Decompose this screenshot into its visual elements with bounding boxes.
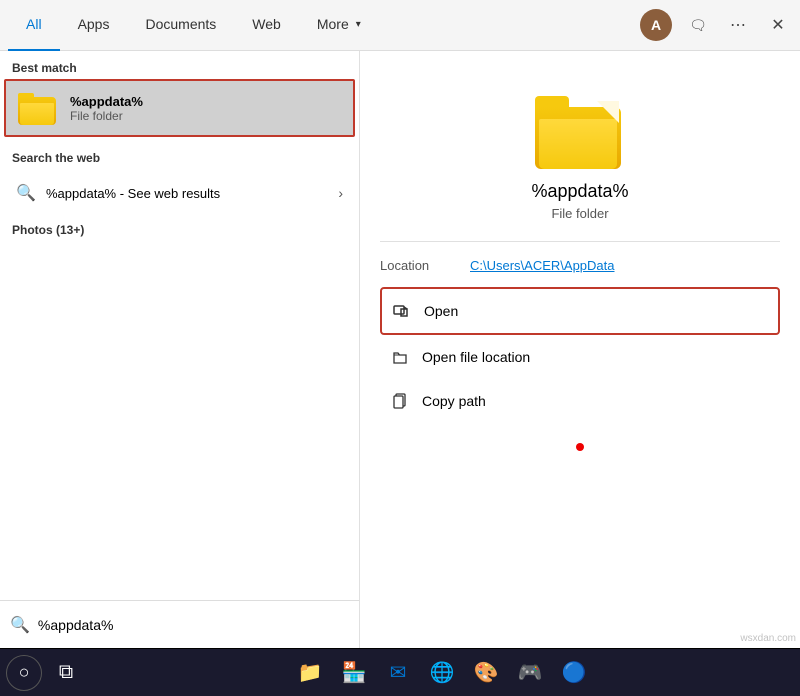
tab-web[interactable]: Web [234, 0, 299, 51]
taskbar: ○ ⧉ 📁 🏪 ✉ 🌐 🎨 🎮 [0, 648, 800, 696]
xbox-icon: 🎮 [518, 660, 543, 685]
avatar[interactable]: A [640, 9, 672, 41]
file-explorer-icon: 📁 [298, 660, 323, 685]
arrow-right-icon: › [338, 185, 343, 201]
search-icon: 🔍 [10, 615, 30, 635]
action-list: Open Open file location [380, 287, 780, 423]
chrome-icon: 🔵 [562, 660, 587, 685]
detail-subtitle: File folder [551, 206, 608, 221]
search-window: All Apps Documents Web More ▾ A 🗨 ⋯ ✕ [0, 0, 800, 696]
mail-button[interactable]: ✉ [378, 653, 418, 693]
search-input[interactable] [38, 617, 349, 633]
right-panel: %appdata% File folder Location C:\Users\… [360, 51, 800, 648]
edge-button[interactable]: 🌐 [422, 653, 462, 693]
paint-button[interactable]: 🎨 [466, 653, 506, 693]
chevron-down-icon: ▾ [356, 19, 361, 30]
best-match-label: Best match [0, 51, 359, 79]
taskview-button[interactable]: ⧉ [46, 653, 86, 693]
tab-documents[interactable]: Documents [127, 0, 234, 51]
xbox-button[interactable]: 🎮 [510, 653, 550, 693]
taskbar-left: ○ ⧉ [6, 653, 86, 693]
best-match-item[interactable]: %appdata% File folder [4, 79, 355, 137]
tab-apps[interactable]: Apps [60, 0, 128, 51]
close-button[interactable]: ✕ [764, 11, 792, 39]
store-button[interactable]: 🏪 [334, 653, 374, 693]
tab-all[interactable]: All [8, 0, 60, 51]
paint-icon: 🎨 [474, 660, 499, 685]
copy-path-action[interactable]: Copy path [380, 379, 780, 423]
taskbar-icons: 📁 🏪 ✉ 🌐 🎨 🎮 🔵 [290, 653, 594, 693]
tab-more[interactable]: More ▾ [299, 0, 379, 51]
photos-label: Photos (13+) [0, 217, 359, 243]
taskbar-search-icon: ○ [19, 662, 30, 683]
mail-icon: ✉ [390, 660, 407, 685]
open-action[interactable]: Open [380, 287, 780, 335]
copy-icon [388, 389, 412, 413]
file-explorer-button[interactable]: 📁 [290, 653, 330, 693]
ellipsis-icon: ⋯ [730, 15, 746, 35]
file-location-icon [388, 345, 412, 369]
taskview-icon: ⧉ [59, 661, 73, 684]
chrome-button[interactable]: 🔵 [554, 653, 594, 693]
item-name: %appdata% [70, 94, 143, 109]
folder-icon [18, 91, 58, 125]
main-content: Best match %appdata% File folder Search … [0, 51, 800, 648]
web-search-label: Search the web [0, 141, 359, 169]
location-value[interactable]: C:\Users\ACER\AppData [470, 258, 615, 273]
taskbar-search-button[interactable]: ○ [6, 655, 42, 691]
search-bar-container: 🔍 [0, 600, 359, 648]
red-dot [576, 443, 584, 451]
watermark: wsxdan.com [740, 633, 796, 644]
web-search-section: 🔍 %appdata% - See web results › [0, 169, 359, 217]
open-label: Open [424, 303, 458, 319]
detail-title: %appdata% [531, 181, 628, 202]
feedback-button[interactable]: 🗨 [684, 11, 712, 39]
store-icon: 🏪 [342, 660, 367, 685]
open-file-location-action[interactable]: Open file location [380, 335, 780, 379]
more-options-button[interactable]: ⋯ [724, 11, 752, 39]
feedback-icon: 🗨 [689, 17, 707, 34]
nav-right: A 🗨 ⋯ ✕ [640, 9, 792, 41]
right-detail: %appdata% File folder Location C:\Users\… [380, 71, 780, 491]
item-text: %appdata% File folder [70, 94, 143, 123]
item-type: File folder [70, 109, 143, 123]
edge-icon: 🌐 [430, 660, 455, 685]
open-icon [390, 299, 414, 323]
left-panel: Best match %appdata% File folder Search … [0, 51, 360, 648]
big-folder-icon [535, 91, 625, 169]
location-label: Location [380, 258, 470, 273]
detail-location-row: Location C:\Users\ACER\AppData [380, 254, 780, 277]
copy-path-label: Copy path [422, 393, 486, 409]
search-loop-icon: 🔍 [16, 183, 36, 203]
close-icon: ✕ [771, 15, 784, 35]
web-search-item[interactable]: 🔍 %appdata% - See web results › [12, 175, 347, 211]
file-location-label: Open file location [422, 349, 530, 365]
detail-divider [380, 241, 780, 242]
web-search-text: %appdata% - See web results [46, 186, 220, 201]
top-nav: All Apps Documents Web More ▾ A 🗨 ⋯ ✕ [0, 0, 800, 51]
